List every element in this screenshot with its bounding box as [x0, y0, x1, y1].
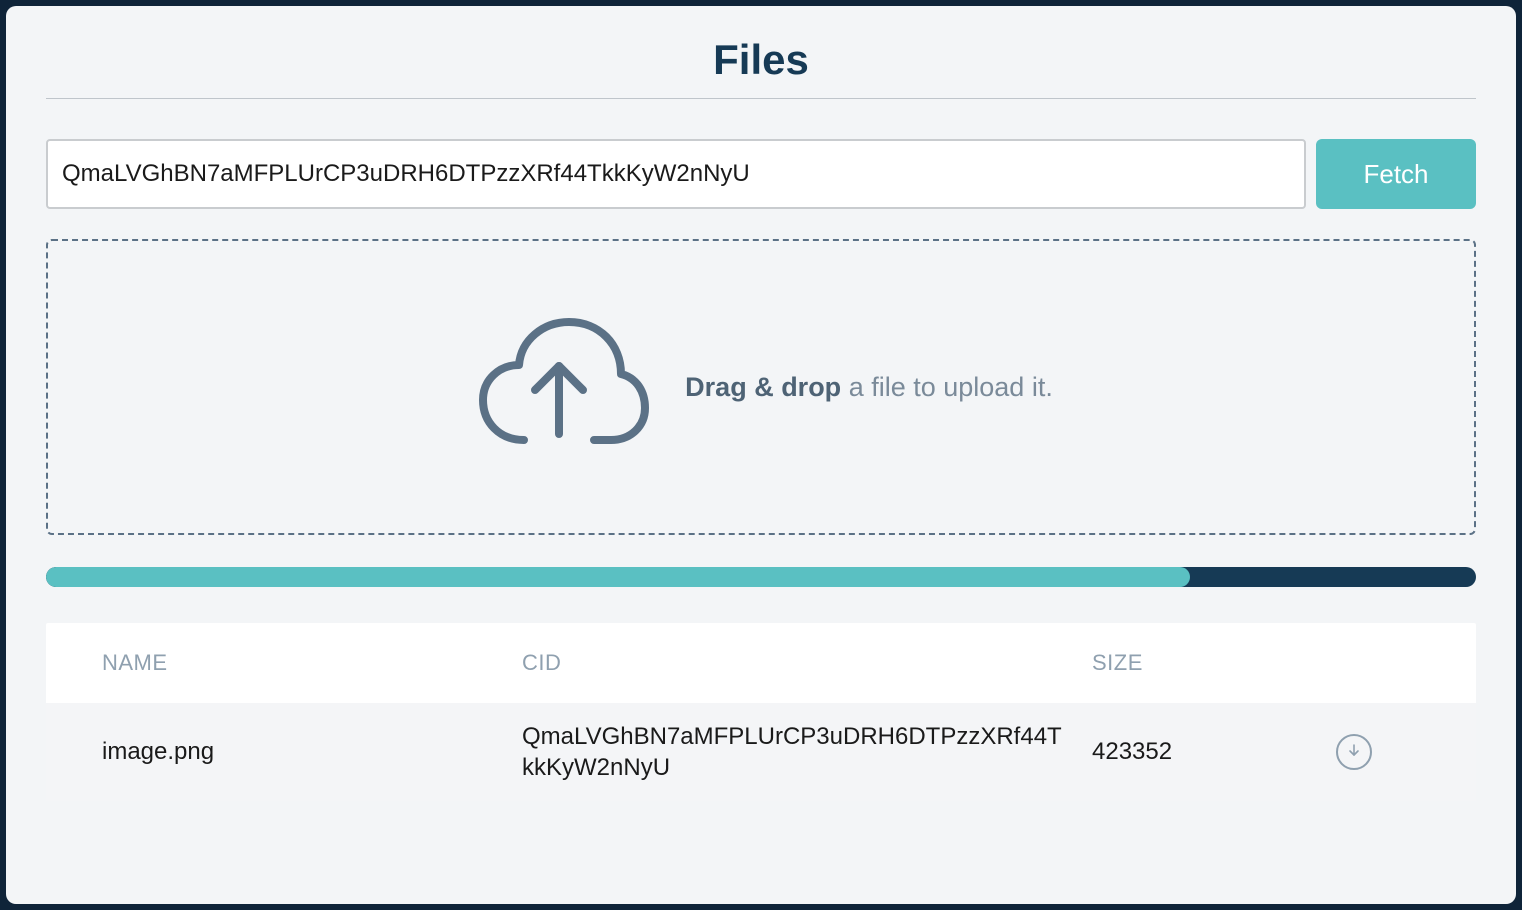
files-panel: Files Fetch Drag & drop a file to upload…: [6, 6, 1516, 904]
fetch-button[interactable]: Fetch: [1316, 139, 1476, 209]
file-size: 423352: [1092, 738, 1292, 766]
dropzone-rest: a file to upload it.: [841, 372, 1053, 402]
fetch-row: Fetch: [46, 139, 1476, 209]
page-title: Files: [46, 36, 1476, 84]
col-header-name: NAME: [102, 650, 522, 676]
file-cid: QmaLVGhBN7aMFPLUrCP3uDRH6DTPzzXRf44TkkKy…: [522, 721, 1092, 783]
upload-progress: [46, 567, 1476, 587]
dropzone-strong: Drag & drop: [685, 372, 841, 402]
cloud-upload-icon: [469, 310, 649, 465]
table-row: image.png QmaLVGhBN7aMFPLUrCP3uDRH6DTPzz…: [46, 703, 1476, 801]
file-table: NAME CID SIZE image.png QmaLVGhBN7aMFPLU…: [46, 623, 1476, 801]
dropzone-text: Drag & drop a file to upload it.: [685, 372, 1053, 403]
app-frame: Files Fetch Drag & drop a file to upload…: [0, 0, 1522, 910]
file-name: image.png: [102, 738, 522, 766]
file-table-header: NAME CID SIZE: [46, 623, 1476, 703]
upload-progress-fill: [46, 567, 1190, 587]
download-icon: [1346, 743, 1362, 762]
download-button[interactable]: [1336, 734, 1372, 770]
upload-dropzone[interactable]: Drag & drop a file to upload it.: [46, 239, 1476, 535]
title-divider: [46, 98, 1476, 99]
col-header-size: SIZE: [1092, 650, 1292, 676]
col-header-cid: CID: [522, 650, 1092, 676]
cid-input[interactable]: [46, 139, 1306, 209]
